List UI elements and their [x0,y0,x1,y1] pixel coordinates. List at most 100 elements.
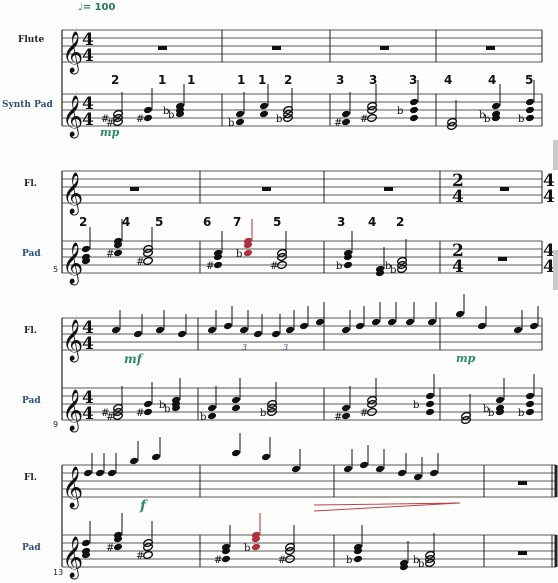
notehead [455,310,465,318]
accidental: b [159,400,165,411]
accidental: b [163,106,169,117]
notehead [113,249,123,257]
treble-clef: 𝄞 [62,319,83,362]
notehead [525,392,535,400]
notehead [427,318,437,326]
whole-rest [130,187,139,191]
notehead [341,110,351,118]
treble-clef: 𝄞 [62,466,83,509]
notehead [495,396,505,404]
accidental: # [136,257,144,268]
notehead [207,326,217,334]
accidental: b [346,555,352,566]
accidental: # [136,551,144,562]
notehead [235,118,245,126]
notehead [143,408,153,416]
accidental: # [106,249,114,260]
notehead [343,261,353,269]
accidental: # [270,261,278,272]
accidental: b [413,400,419,411]
notehead [285,326,295,334]
accidental: b [200,412,206,423]
notehead [409,98,419,106]
notehead [359,461,369,469]
accidental: b [518,408,524,419]
notehead [413,473,423,481]
notehead [409,106,419,114]
notehead [405,318,415,326]
notehead [491,102,501,110]
notehead [239,326,249,334]
whole-rest [486,46,495,50]
accidental: b [483,404,489,415]
notehead [477,322,487,330]
notehead [155,326,165,334]
notehead [341,326,351,334]
time-signature: 4 [82,404,94,424]
accidental: b [276,114,282,125]
treble-clef: 𝄞 [62,389,83,432]
whole-rest [262,187,271,191]
notehead [151,453,161,461]
accidental: b [518,114,524,125]
accidental: b [479,110,485,121]
notehead [429,469,439,477]
accidental: b [397,106,403,117]
page-edge-shadow [553,140,558,170]
notehead [251,543,261,551]
score-page: ♩= 100 Flute Synth Pad Fl. Pad Fl. Pad F… [0,0,558,583]
accidental: # [360,114,368,125]
notehead [129,457,139,465]
notehead [231,449,241,457]
notehead [397,469,407,477]
accidental: b [413,555,419,566]
treble-clef: 𝄞 [62,536,83,579]
notation-canvas[interactable]: 𝄞𝄞4444 ## # bbb b # #bbb b𝄞𝄞24244444## #b# b bb𝄞𝄞4… [0,0,558,583]
page-edge-shadow [553,250,558,290]
accidental: b [260,408,266,419]
notehead [231,396,241,404]
time-signature: 4 [543,187,555,207]
notehead [529,322,539,330]
notehead [271,330,281,338]
accidental: # [136,408,144,419]
notehead [525,98,535,106]
notehead [111,326,121,334]
accidental: # [360,408,368,419]
notehead [355,322,365,330]
notehead [315,318,325,326]
notehead [177,330,187,338]
notehead [223,322,233,330]
notehead [525,408,535,416]
notehead [143,106,153,114]
accidental: # [334,412,342,423]
accidental: # [206,261,214,272]
notehead [259,110,269,118]
whole-rest [518,481,527,485]
notehead [343,465,353,473]
whole-rest [384,187,393,191]
accidental: # [136,114,144,125]
notehead [221,555,231,563]
accidental: # [101,114,109,125]
whole-rest [500,187,509,191]
treble-clef: 𝄞 [62,31,83,74]
notehead [387,318,397,326]
whole-rest [498,257,507,261]
notehead [375,465,385,473]
notehead [143,400,153,408]
treble-clef: 𝄞 [62,172,83,215]
notehead [207,412,217,420]
notehead [107,469,117,477]
notehead [231,404,241,412]
whole-rest [380,46,389,50]
treble-clef: 𝄞 [62,242,83,285]
notehead [341,118,351,126]
time-signature: 4 [82,110,94,130]
notehead [353,555,363,563]
notehead [371,318,381,326]
notehead [425,408,435,416]
accidental: b [336,261,342,272]
notehead [213,261,223,269]
notehead [235,110,245,118]
